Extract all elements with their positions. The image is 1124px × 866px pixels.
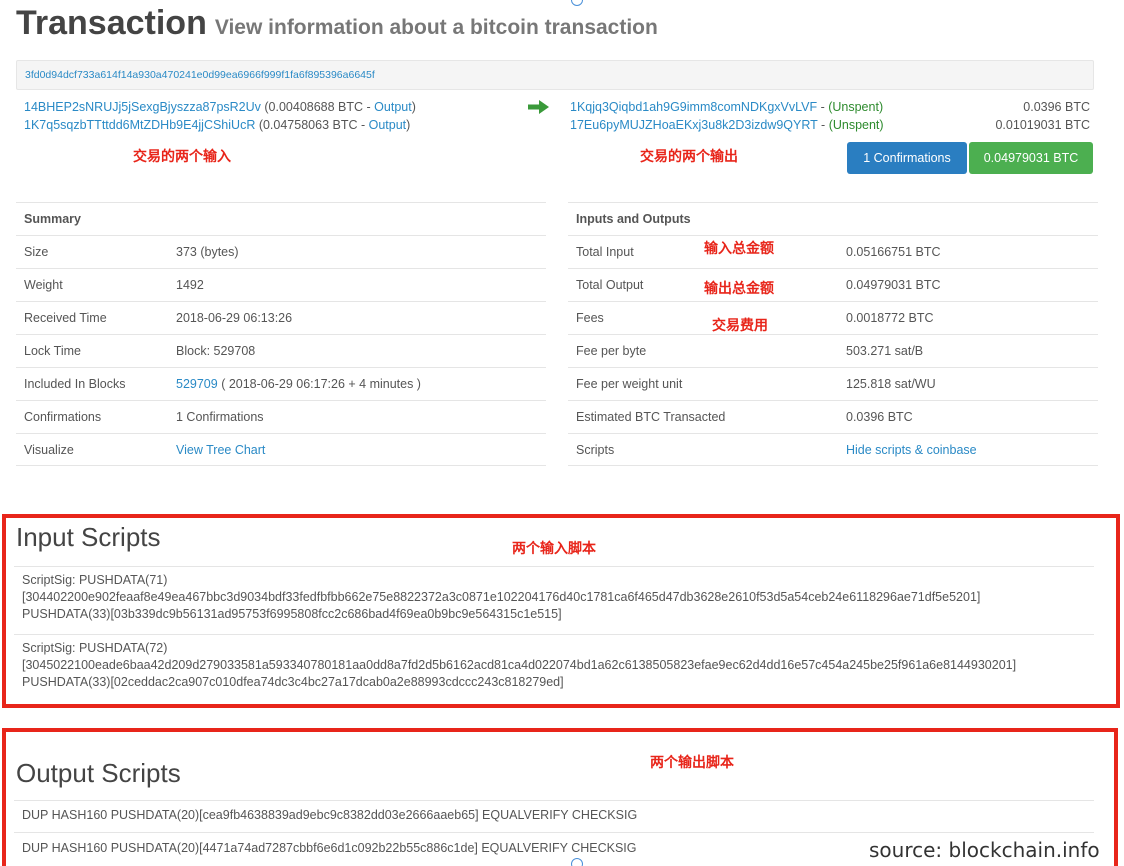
block-link[interactable]: 529709: [176, 377, 218, 391]
summary-heading: Summary: [16, 202, 546, 235]
output-address-link[interactable]: 1Kqjq3Qiqbd1ah9G9imm8comNDKgxVvLVF: [570, 100, 817, 114]
scriptsig-header: ScriptSig: PUSHDATA(71): [22, 573, 168, 587]
page-title-main: Transaction: [16, 4, 207, 42]
input-scripts-title: Input Scripts: [16, 522, 161, 552]
view-tree-chart-link[interactable]: View Tree Chart: [176, 443, 265, 457]
table-row: Fee per byte 503.271 sat/B: [568, 334, 1098, 367]
hide-scripts-link[interactable]: Hide scripts & coinbase: [846, 443, 977, 457]
page-title: Transaction View information about a bitc…: [16, 4, 658, 43]
output-item: 1Kqjq3Qiqbd1ah9G9imm8comNDKgxVvLVF - (Un…: [570, 98, 1090, 116]
annotation-inputs: 交易的两个输入: [133, 149, 231, 165]
input-address-link[interactable]: 1K7q5sqzbTTttdd6MtZDHb9E4jjCShiUcR: [24, 118, 255, 132]
table-row: Confirmations 1 Confirmations: [16, 400, 546, 433]
output-amount: 0.0396 BTC: [1023, 100, 1090, 114]
scroll-handle-bottom[interactable]: [571, 858, 583, 866]
output-amount: 0.01019031 BTC: [995, 118, 1090, 132]
input-output-link[interactable]: Output: [369, 118, 407, 132]
tx-inputs: 14BHEP2sNRUJj5jSexgBjyszza87psR2Uv (0.00…: [24, 98, 494, 134]
input-close: ): [406, 118, 411, 132]
table-row: Visualize View Tree Chart: [16, 433, 546, 466]
table-row: Total Output 0.04979031 BTC: [568, 268, 1098, 301]
divider: [14, 634, 1094, 635]
output-address-link[interactable]: 17Eu6pyMUJZHoaEKxj3u8k2D3izdw9QYRT: [570, 118, 818, 132]
tx-hash-link[interactable]: 3fd0d94dcf733a614f14a930a470241e0d99ea69…: [25, 69, 375, 81]
output-scripts-title: Output Scripts: [16, 758, 181, 788]
scriptsig-signature: [304402200e902feaaf8e49ea467bbc3d9034bdf…: [22, 590, 981, 604]
output-status: (Unspent): [828, 118, 884, 132]
output-status: (Unspent): [828, 100, 884, 114]
table-row: Total Input 0.05166751 BTC: [568, 235, 1098, 268]
scriptsig-pubkey: PUSHDATA(33)[02ceddac2ca907c010dfea74dc3…: [22, 675, 564, 689]
output-sep: -: [817, 118, 829, 132]
input-script: ScriptSig: PUSHDATA(72) [3045022100eade6…: [22, 640, 1016, 691]
scriptsig-signature: [3045022100eade6baa42d209d279033581a5933…: [22, 658, 1017, 672]
output-script: DUP HASH160 PUSHDATA(20)[cea9fb4638839ad…: [22, 808, 638, 822]
tx-outputs: 1Kqjq3Qiqbd1ah9G9imm8comNDKgxVvLVF - (Un…: [570, 98, 1090, 134]
table-row: Lock Time Block: 529708: [16, 334, 546, 367]
input-item: 14BHEP2sNRUJj5jSexgBjyszza87psR2Uv (0.00…: [24, 98, 494, 116]
table-row: Fees 0.0018772 BTC: [568, 301, 1098, 334]
annotation-outputs: 交易的两个输出: [640, 149, 738, 165]
source-caption: source: blockchain.info: [869, 838, 1100, 862]
confirmations-button[interactable]: 1 Confirmations: [847, 142, 967, 174]
total-amount-button[interactable]: 0.04979031 BTC: [969, 142, 1093, 174]
summary-table: Summary Size 373 (bytes) Weight 1492 Recei…: [16, 202, 546, 466]
table-row: Included In Blocks 529709 ( 2018-06-29 06…: [16, 367, 546, 400]
annotation-output-scripts: 两个输出脚本: [650, 755, 734, 771]
table-row: Received Time 2018-06-29 06:13:26: [16, 301, 546, 334]
input-output-link[interactable]: Output: [374, 100, 412, 114]
divider: [14, 832, 1094, 833]
annotation-total-output: 输出总金额: [704, 281, 774, 297]
page-subtitle: View information about a bitcoin transac…: [214, 16, 658, 39]
table-row: Fee per weight unit 125.818 sat/WU: [568, 367, 1098, 400]
input-amount: (0.04758063 BTC -: [255, 118, 369, 132]
output-item: 17Eu6pyMUJZHoaEKxj3u8k2D3izdw9QYRT - (Un…: [570, 116, 1090, 134]
output-sep: -: [817, 100, 829, 114]
table-row: Size 373 (bytes): [16, 235, 546, 268]
table-row: Estimated BTC Transacted 0.0396 BTC: [568, 400, 1098, 433]
input-address-link[interactable]: 14BHEP2sNRUJj5jSexgBjyszza87psR2Uv: [24, 100, 261, 114]
table-row: Weight 1492: [16, 268, 546, 301]
input-amount: (0.00408688 BTC -: [260, 100, 375, 114]
scriptsig-header: ScriptSig: PUSHDATA(72): [22, 641, 168, 655]
annotation-fees: 交易费用: [712, 318, 768, 334]
annotation-input-scripts: 两个输入脚本: [512, 541, 596, 557]
input-close: ): [411, 100, 416, 114]
tx-hash-bar: 3fd0d94dcf733a614f14a930a470241e0d99ea69…: [16, 60, 1094, 90]
output-script: DUP HASH160 PUSHDATA(20)[4471a74ad7287cb…: [22, 841, 637, 855]
io-heading: Inputs and Outputs: [568, 202, 1098, 235]
annotation-total-input: 输入总金额: [704, 241, 774, 257]
divider: [14, 800, 1094, 801]
right-arrow-icon: [528, 100, 549, 114]
divider: [14, 566, 1094, 567]
scriptsig-pubkey: PUSHDATA(33)[03b339dc9b56131ad95753f6995…: [22, 607, 562, 621]
table-row: Scripts Hide scripts & coinbase: [568, 433, 1098, 466]
inputs-outputs-table: Inputs and Outputs Total Input 0.05166751…: [568, 202, 1098, 466]
input-item: 1K7q5sqzbTTttdd6MtZDHb9E4jjCShiUcR (0.04…: [24, 116, 494, 134]
input-script: ScriptSig: PUSHDATA(71) [304402200e902fe…: [22, 572, 980, 623]
